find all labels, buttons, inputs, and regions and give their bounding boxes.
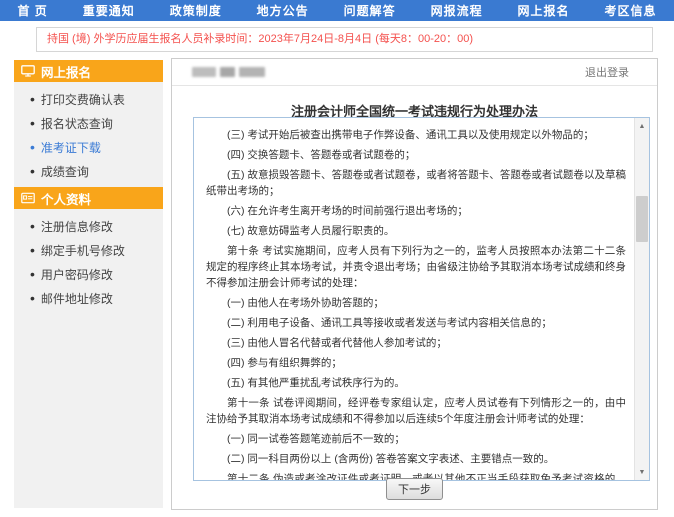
sidebar-section-title: 网上报名 [41,62,91,81]
user-name-redacted [192,67,265,77]
document-paragraph: (四) 交换答题卡、答题卷或者试题卷的； [206,147,626,163]
panel-header: 退出登录 [172,59,657,86]
bullet-icon: • [30,243,35,257]
bullet-icon: • [30,291,35,305]
sidebar-item-label: 邮件地址修改 [41,290,113,307]
bullet-icon: • [30,267,35,281]
sidebar-section-online-registration: 网上报名 [14,60,163,82]
nav-item-online-registration[interactable]: 网上报名 [518,2,570,19]
nav-item-important-notices[interactable]: 重要通知 [83,2,135,19]
scroll-up-arrow-icon[interactable]: ▲ [635,119,649,133]
nav-item-policies[interactable]: 政策制度 [170,2,222,19]
document-paragraph: (一) 同一试卷答题笔迹前后不一致的； [206,431,626,447]
sidebar-item-password-edit[interactable]: • 用户密码修改 [14,262,163,286]
sidebar-item-label: 报名状态查询 [41,115,113,132]
nav-item-registration-process[interactable]: 网报流程 [431,2,483,19]
bullet-icon: • [30,116,35,130]
document-paragraph: 第十一条 试卷评阅期间，经评卷专家组认定，应考人员试卷有下列情形之一的，由中注协… [206,395,626,427]
next-step-button[interactable]: 下一步 [386,478,443,500]
sidebar-item-label: 成绩查询 [41,163,89,180]
sidebar-menu-online-registration: • 打印交费确认表 • 报名状态查询 • 准考证下载 • 成绩查询 [14,82,163,187]
document-paragraph: (三) 考试开始后被查出携带电子作弊设备、通讯工具以及使用规定以外物品的； [206,127,626,143]
document-paragraph: (一) 由他人在考场外协助答题的； [206,295,626,311]
document-paragraph: (七) 故意妨碍监考人员履行职责的。 [206,223,626,239]
bullet-icon: • [30,92,35,106]
document-content: (三) 考试开始后被查出携带电子作弊设备、通讯工具以及使用规定以外物品的； (四… [194,118,634,480]
sidebar-item-label: 绑定手机号修改 [41,242,125,259]
notice-text: 持国 (境) 外学历应届生报名人员补录时间：2023年7月24日-8月4日 (每… [47,33,473,45]
sidebar-section-personal-info: 个人资料 [14,187,163,209]
document-paragraph: (二) 同一科目两份以上 (含两份) 答卷答案文字表述、主要错点一致的。 [206,451,626,467]
sidebar-item-score-inquiry[interactable]: • 成绩查询 [14,159,163,183]
notice-bar: 持国 (境) 外学历应届生报名人员补录时间：2023年7月24日-8月4日 (每… [36,27,653,52]
nav-item-faq[interactable]: 问题解答 [344,2,396,19]
scrollbar[interactable]: ▲ ▼ [634,118,649,480]
document-paragraph: (二) 利用电子设备、通讯工具等接收或者发送与考试内容相关信息的； [206,315,626,331]
sidebar-item-admission-ticket-download[interactable]: • 准考证下载 [14,135,163,159]
document-paragraph: (五) 故意损毁答题卡、答题卷或者试题卷，或者将答题卡、答题卷或者试题卷以及草稿… [206,167,626,199]
document-scroll-area[interactable]: (三) 考试开始后被查出携带电子作弊设备、通讯工具以及使用规定以外物品的； (四… [193,117,650,481]
document-paragraph: (三) 由他人冒名代替或者代替他人参加考试的； [206,335,626,351]
top-nav: 首 页 重要通知 政策制度 地方公告 问题解答 网报流程 网上报名 考区信息 [0,0,674,21]
logout-link[interactable]: 退出登录 [585,64,629,80]
document-paragraph: 第十条 考试实施期间，应考人员有下列行为之一的，监考人员按照本办法第二十二条规定… [206,243,626,291]
button-row: 下一步 [172,478,657,500]
bullet-icon: • [30,219,35,233]
sidebar-item-label: 准考证下载 [41,139,101,156]
bullet-icon: • [30,140,35,154]
nav-item-exam-area-info[interactable]: 考区信息 [604,2,656,19]
sidebar-item-label: 打印交费确认表 [41,91,125,108]
sidebar-item-print-payment-confirmation[interactable]: • 打印交费确认表 [14,87,163,111]
scrollbar-thumb[interactable] [636,196,648,242]
scroll-down-arrow-icon[interactable]: ▼ [635,465,649,479]
sidebar-menu-personal-info: • 注册信息修改 • 绑定手机号修改 • 用户密码修改 • 邮件地址修改 [14,209,163,314]
page: 首 页 重要通知 政策制度 地方公告 问题解答 网报流程 网上报名 考区信息 持… [0,0,674,517]
sidebar: 网上报名 • 打印交费确认表 • 报名状态查询 • 准考证下载 • 成绩查询 [14,60,163,508]
sidebar-section-title: 个人资料 [41,189,91,208]
sidebar-item-label: 注册信息修改 [41,218,113,235]
bullet-icon: • [30,164,35,178]
document-paragraph: (四) 参与有组织舞弊的； [206,355,626,371]
document-paragraph: (六) 在允许考生离开考场的时间前强行退出考场的； [206,203,626,219]
sidebar-item-registration-info-edit[interactable]: • 注册信息修改 [14,214,163,238]
sidebar-item-registration-status[interactable]: • 报名状态查询 [14,111,163,135]
nav-item-home[interactable]: 首 页 [17,2,47,19]
nav-item-local-announcements[interactable]: 地方公告 [257,2,309,19]
sidebar-item-email-edit[interactable]: • 邮件地址修改 [14,286,163,310]
document-paragraph: (五) 有其他严重扰乱考试秩序行为的。 [206,375,626,391]
main-panel: 退出登录 注册会计师全国统一考试违规行为处理办法 (三) 考试开始后被查出携带电… [171,58,658,510]
sidebar-item-label: 用户密码修改 [41,266,113,283]
sidebar-item-bound-phone-edit[interactable]: • 绑定手机号修改 [14,238,163,262]
monitor-icon [21,65,35,77]
id-card-icon [21,192,35,204]
